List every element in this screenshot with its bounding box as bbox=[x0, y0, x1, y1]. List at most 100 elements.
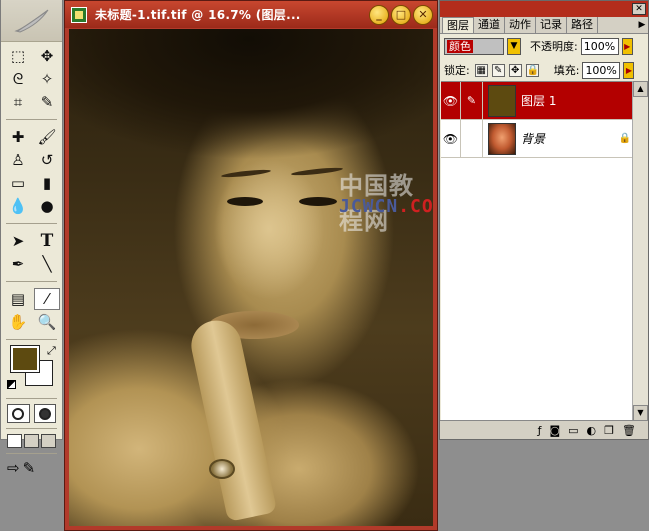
notes-tool[interactable]: ▤ bbox=[5, 288, 31, 310]
clone-stamp-tool[interactable]: ♙ bbox=[5, 149, 31, 171]
tab-paths[interactable]: 路径 bbox=[567, 17, 598, 33]
lock-position-icon[interactable]: ✥ bbox=[508, 63, 522, 77]
photo-left-brow bbox=[220, 168, 272, 179]
document-icon bbox=[71, 6, 87, 23]
dodge-tool[interactable]: ● bbox=[34, 195, 60, 217]
layers-bottom-toolbar: ƒ ◙ ▭ ◐ ❐ 🗑 bbox=[440, 420, 648, 439]
minimize-button[interactable]: _ bbox=[369, 4, 389, 25]
layer-brush-icon[interactable]: ✎ bbox=[461, 81, 483, 120]
close-button[interactable]: ✕ bbox=[413, 4, 433, 25]
palette-close-button[interactable]: ✕ bbox=[632, 3, 646, 15]
layer-row-background[interactable]: 👁 背景 🔒 bbox=[441, 119, 633, 158]
watermark-url: JCWCN.COM bbox=[339, 196, 433, 217]
lock-all-icon[interactable]: 🔒 bbox=[525, 63, 539, 77]
healing-brush-tool[interactable]: ✚ bbox=[5, 126, 31, 148]
new-group-icon[interactable]: ▭ bbox=[568, 424, 578, 437]
mask-mode-buttons bbox=[1, 402, 62, 425]
full-screen-mode-button[interactable] bbox=[41, 434, 56, 448]
fill-slider-arrow-icon[interactable]: ▶ bbox=[623, 61, 635, 79]
delete-layer-icon[interactable]: 🗑 bbox=[622, 424, 636, 437]
lasso-tool[interactable]: ᘓ bbox=[5, 68, 31, 90]
layers-list: 👁 ✎ 图层 1 👁 背景 🔒 bbox=[441, 81, 633, 421]
blend-mode-select[interactable]: 颜色 bbox=[444, 37, 504, 55]
blur-tool[interactable]: 💧 bbox=[5, 195, 31, 217]
move-tool[interactable]: ✥ bbox=[34, 45, 60, 67]
blend-opacity-row: 颜色 ▼ 不透明度: 100% ▶ bbox=[440, 34, 648, 58]
document-title-bar[interactable]: 未标题-1.tif.tif @ 16.7% (图层... _ □ ✕ bbox=[65, 1, 437, 28]
eyedropper-tool[interactable]: ⁄ bbox=[34, 288, 60, 310]
full-screen-menu-mode-button[interactable] bbox=[24, 434, 39, 448]
maximize-button[interactable]: □ bbox=[391, 4, 411, 25]
gradient-tool[interactable]: ▮ bbox=[34, 172, 60, 194]
lock-pixels-icon[interactable]: ✎ bbox=[491, 63, 505, 77]
photo-hair bbox=[69, 29, 433, 159]
tab-layers[interactable]: 图层 bbox=[442, 17, 474, 33]
palette-tabs: 图层 通道 动作 记录 路径 ▶ bbox=[440, 17, 648, 34]
scroll-down-arrow-icon[interactable]: ▼ bbox=[633, 405, 648, 421]
slice-tool[interactable]: ✎ bbox=[34, 91, 60, 113]
lock-fill-row: 锁定: ▦ ✎ ✥ 🔒 填充: 100% ▶ bbox=[440, 58, 648, 82]
jump-to-imageready-icon[interactable]: ⇨ bbox=[7, 459, 20, 477]
lock-options: ▦ ✎ ✥ 🔒 bbox=[474, 63, 539, 77]
layer-style-icon[interactable]: ƒ bbox=[538, 424, 542, 437]
lock-label: 锁定: bbox=[444, 64, 470, 77]
layer-row-layer1[interactable]: 👁 ✎ 图层 1 bbox=[441, 81, 633, 120]
add-mask-icon[interactable]: ◙ bbox=[549, 424, 560, 437]
zoom-tool[interactable]: 🔍 bbox=[34, 311, 60, 333]
eraser-tool[interactable]: ▭ bbox=[5, 172, 31, 194]
lock-transparency-icon[interactable]: ▦ bbox=[474, 63, 488, 77]
photo-finger bbox=[186, 315, 278, 523]
jump-to-imageready: ⇨ ✎ bbox=[1, 457, 62, 479]
new-layer-icon[interactable]: ❐ bbox=[604, 424, 614, 437]
image-canvas[interactable]: 中国教程网 JCWCN.COM bbox=[69, 29, 433, 526]
pen-tool[interactable]: ✒ bbox=[5, 253, 31, 275]
toolbox-divider bbox=[6, 281, 57, 282]
toolbox-divider bbox=[6, 339, 57, 340]
layers-scrollbar[interactable]: ▲ ▼ bbox=[632, 81, 648, 421]
palette-menu-arrow-icon[interactable]: ▶ bbox=[636, 17, 648, 33]
layer-visibility-eye-icon[interactable]: 👁 bbox=[441, 119, 461, 158]
tab-history[interactable]: 记录 bbox=[536, 17, 567, 33]
blend-mode-dropdown-icon[interactable]: ▼ bbox=[507, 37, 521, 55]
opacity-slider-arrow-icon[interactable]: ▶ bbox=[621, 37, 633, 55]
toolbox-divider bbox=[6, 428, 57, 429]
quick-mask-mode-button[interactable] bbox=[33, 404, 56, 423]
crop-tool[interactable]: ⌗ bbox=[5, 91, 31, 113]
layer-link-cell[interactable] bbox=[461, 119, 483, 158]
history-brush-tool[interactable]: ↺ bbox=[34, 149, 60, 171]
hand-tool[interactable]: ✋ bbox=[5, 311, 31, 333]
standard-screen-mode-button[interactable] bbox=[7, 434, 22, 448]
layers-palette: ✕ 图层 通道 动作 记录 路径 ▶ 颜色 ▼ 不透明度: 100% ▶ 锁定:… bbox=[439, 0, 649, 440]
palette-title-bar[interactable]: ✕ bbox=[440, 1, 648, 17]
tab-actions[interactable]: 动作 bbox=[505, 17, 536, 33]
standard-mode-button[interactable] bbox=[7, 404, 30, 423]
opacity-field[interactable]: 100% bbox=[580, 37, 619, 55]
layer-lock-icon: 🔒 bbox=[618, 133, 632, 144]
watermark-url-part2: .COM bbox=[398, 196, 433, 217]
path-selection-tool[interactable]: ➤ bbox=[5, 230, 31, 252]
magic-wand-tool[interactable]: ✧ bbox=[34, 68, 60, 90]
swap-colors-icon[interactable]: ⤢ bbox=[47, 344, 56, 358]
line-tool[interactable]: ╲ bbox=[34, 253, 60, 275]
opacity-label: 不透明度: bbox=[530, 40, 578, 53]
tool-grid-paint: ✚ 🖌 ♙ ↺ ▭ ▮ 💧 ● bbox=[1, 123, 62, 220]
scroll-up-arrow-icon[interactable]: ▲ bbox=[633, 81, 648, 97]
brush-tool[interactable]: 🖌 bbox=[34, 126, 60, 148]
toolbox-header[interactable] bbox=[1, 0, 62, 42]
marquee-tool[interactable]: ⬚ bbox=[5, 45, 31, 67]
fill-field[interactable]: 100% bbox=[582, 61, 621, 79]
document-window: 未标题-1.tif.tif @ 16.7% (图层... _ □ ✕ 中国教程网… bbox=[64, 0, 438, 531]
quick-mask-icon bbox=[38, 407, 51, 420]
feather-logo-icon bbox=[13, 9, 48, 33]
layer-visibility-eye-icon[interactable]: 👁 bbox=[441, 81, 461, 120]
imageready-app-icon[interactable]: ✎ bbox=[23, 459, 36, 477]
watermark-url-part1: JCWCN bbox=[339, 196, 399, 217]
tab-channels[interactable]: 通道 bbox=[474, 17, 505, 33]
type-tool[interactable]: T bbox=[34, 230, 60, 252]
layer-thumbnail bbox=[488, 122, 516, 155]
foreground-color-swatch[interactable] bbox=[10, 345, 40, 373]
default-colors-icon[interactable] bbox=[7, 380, 16, 389]
adjustment-layer-icon[interactable]: ◐ bbox=[587, 424, 597, 437]
toolbox-divider bbox=[6, 398, 57, 399]
blend-mode-value: 颜色 bbox=[447, 39, 473, 53]
